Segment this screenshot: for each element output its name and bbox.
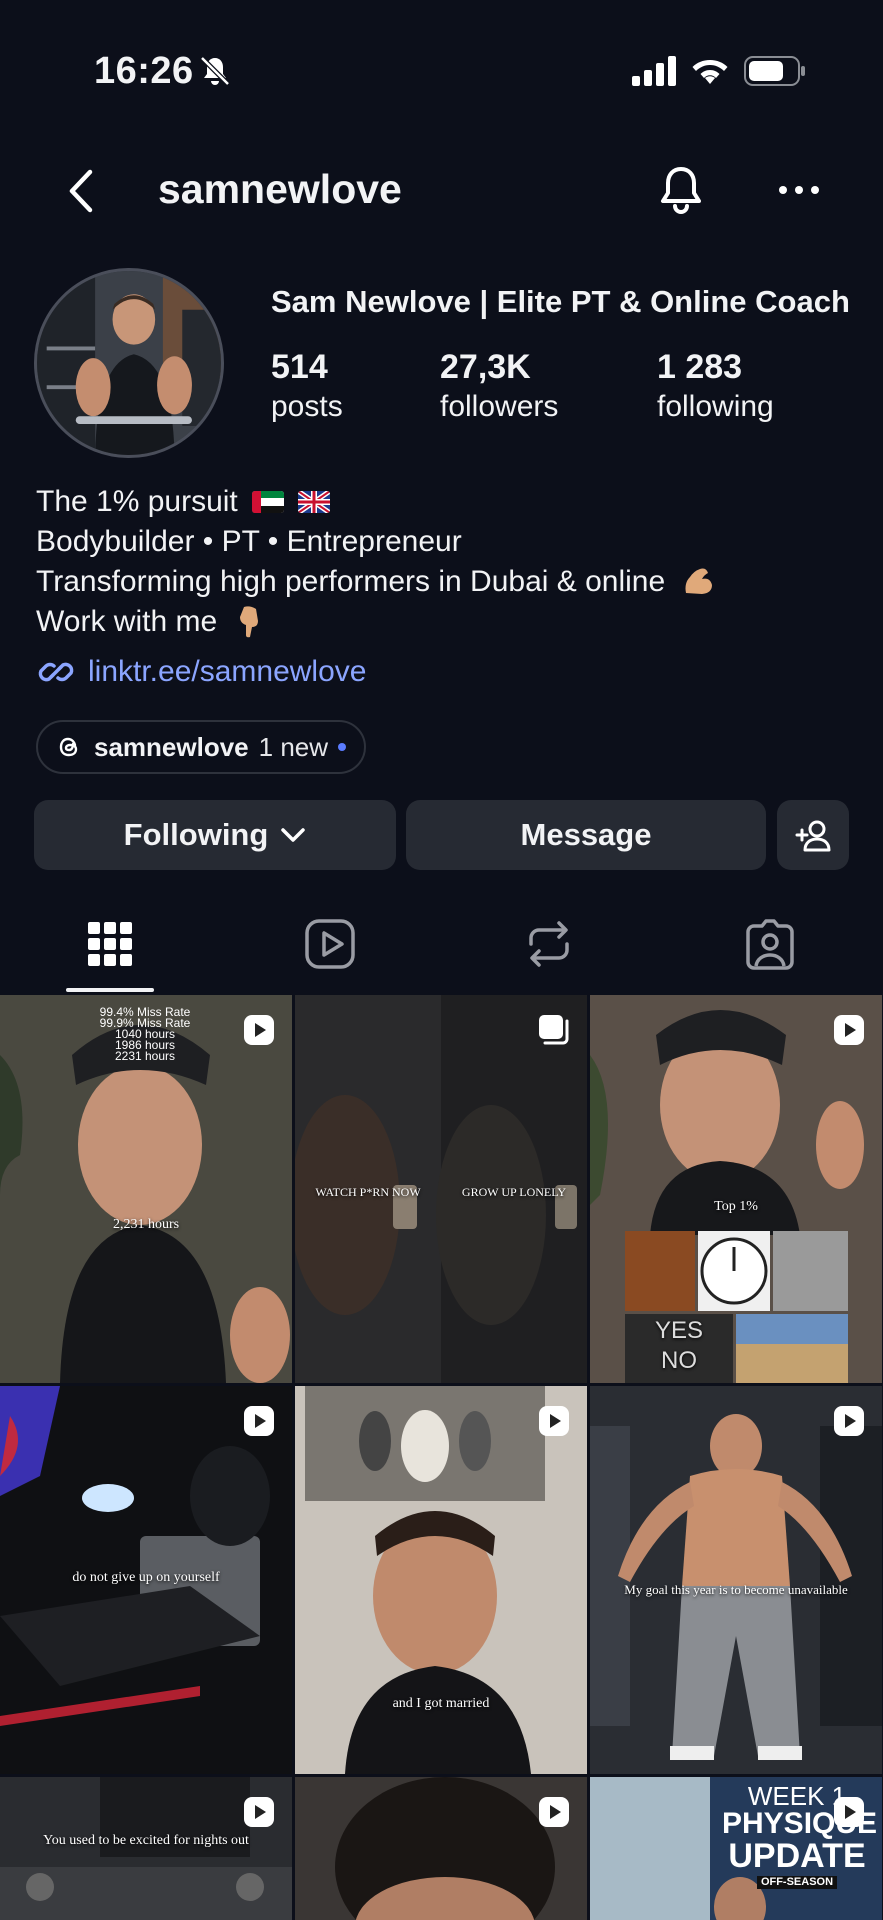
followers-count-label: followers [440,390,559,423]
carousel-badge-icon [539,1015,569,1045]
posts-count-value: 514 [271,348,328,386]
suggested-users-button[interactable] [777,800,849,870]
post-tile-5[interactable]: and I got married [295,1386,587,1774]
flexed-biceps-icon [685,568,712,594]
grid-icon [88,922,132,966]
tab-reposts[interactable] [523,918,575,970]
followers-count-value: 27,3K [440,348,531,386]
reel-badge-icon [834,1797,864,1827]
tab-tagged[interactable] [744,918,796,970]
page-title-username: samnewlove [158,166,402,212]
week-text-line: UPDATE [728,1837,866,1875]
uae-flag-icon [252,491,285,513]
overlay-stat-line: 2231 hours [114,1049,176,1063]
followers-count[interactable]: 27,3K followers [440,346,558,426]
profile-link[interactable]: linktr.ee/samnewlove [36,652,366,692]
post-tile-9[interactable]: WEEK 1 PHYSIQUE UPDATE OFF-SEASON [590,1777,882,1920]
more-options-icon[interactable] [778,178,820,202]
reel-badge-icon [244,1406,274,1436]
post-caption-overlay-left: WATCH P*RN NOW [315,1185,421,1199]
status-bar: 16:26 [0,0,883,140]
threads-username: samnewlove [94,731,249,762]
tab-reels[interactable] [304,918,356,970]
tab-posts-grid[interactable] [84,918,136,970]
reel-badge-icon [244,1015,274,1045]
post-caption-overlay: Top 1% [714,1199,758,1214]
new-indicator-dot [338,743,347,751]
post-thumbnail [295,1386,587,1774]
post-caption-overlay: and I got married [392,1696,490,1711]
bio-line-4-text: Work with me [36,605,218,638]
post-tile-3[interactable]: Top 1% YES NO [590,995,882,1383]
reel-badge-icon [244,1797,274,1827]
threads-new-label: 1 new [258,731,329,762]
collage-text-yes: YES [654,1317,704,1344]
avatar[interactable] [34,268,224,458]
following-button[interactable]: Following [34,800,396,870]
bio-line-3: Transforming high performers in Dubai & … [36,562,716,602]
message-button-label: Message [520,817,652,852]
battery-icon [744,56,805,86]
post-caption-overlay: 2,231 hours [112,1217,180,1232]
post-tile-2[interactable]: WATCH P*RN NOW GROW UP LONELY [295,995,587,1383]
post-caption-overlay: do not give up on yourself [72,1570,220,1585]
following-count[interactable]: 1 283 following [657,346,774,426]
threads-icon [59,737,78,757]
post-stats-overlay: 99.4% Miss Rate 99.9% Miss Rate 1040 hou… [70,1006,220,1063]
post-caption-overlay: My goal this year is to become unavailab… [624,1582,848,1597]
notification-bell-icon[interactable] [656,164,706,216]
bio-line-1-text: The 1% pursuit [36,485,238,518]
post-caption-overlay-right: GROW UP LONELY [461,1185,567,1199]
pointing-down-icon [239,606,258,638]
profile-link-text[interactable]: linktr.ee/samnewlove [88,655,366,689]
post-tile-4[interactable]: do not give up on yourself [0,1386,292,1774]
post-thumbnail [590,1386,882,1774]
cellular-signal-icon [632,56,676,86]
bio-line-4: Work with me [36,602,716,642]
threads-badge[interactable]: samnewlove 1 new [36,720,367,774]
collage-text-no: NO [661,1347,697,1374]
status-time: 16:26 [94,50,194,92]
following-count-label: following [657,390,774,423]
following-button-label: Following [123,817,269,852]
silent-bell-icon [200,56,230,86]
following-count-value: 1 283 [657,348,743,386]
bio-line-3-text: Transforming high performers in Dubai & … [36,565,666,598]
uk-flag-icon [298,491,331,513]
back-arrow-icon[interactable] [64,168,100,214]
bio-line-2: Bodybuilder • PT • Entrepreneur [36,525,462,558]
bio-line-1: The 1% pursuit [36,482,716,522]
message-button[interactable]: Message [406,800,766,870]
profile-full-name: Sam Newlove | Elite PT & Online Coach [271,284,850,319]
reel-badge-icon [834,1406,864,1436]
reel-badge-icon [539,1406,569,1436]
content-tabs [0,900,883,992]
profile-header: samnewlove [0,150,883,230]
post-caption-overlay: You used to be excited for nights out [43,1833,249,1848]
wifi-icon [692,60,728,84]
profile-bio: The 1% pursuit Bodybuilder • PT • Entrep… [36,482,716,642]
reel-badge-icon [834,1015,864,1045]
reel-badge-icon [539,1797,569,1827]
post-tile-6[interactable]: My goal this year is to become unavailab… [590,1386,882,1774]
post-tile-1[interactable]: 99.4% Miss Rate 99.9% Miss Rate 1040 hou… [0,995,292,1383]
add-user-icon [795,820,831,852]
week-text-line: OFF-SEASON [756,1876,838,1889]
post-tile-8[interactable] [295,1777,587,1920]
active-tab-indicator [66,988,154,992]
posts-count[interactable]: 514 posts [271,346,343,426]
post-tile-7[interactable]: You used to be excited for nights out [0,1777,292,1920]
posts-count-label: posts [271,390,343,423]
chevron-down-icon [281,828,306,842]
link-icon [38,662,74,682]
